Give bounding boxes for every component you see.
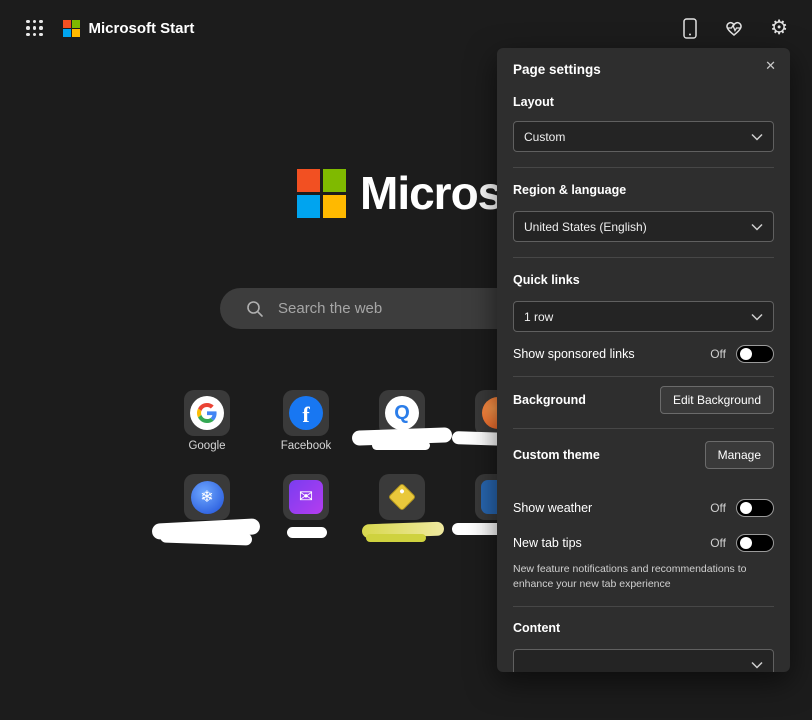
custom-theme-label: Custom theme [513, 448, 600, 462]
apps-grid-icon[interactable] [24, 18, 45, 39]
weather-state: Off [710, 501, 726, 515]
sponsored-links-row: Show sponsored links Off [513, 345, 774, 363]
background-label: Background [513, 393, 586, 407]
sponsored-links-label: Show sponsored links [513, 347, 635, 361]
weather-row: Show weather Off [513, 499, 774, 517]
layout-section-label: Layout [513, 95, 774, 111]
quick-links-section-label: Quick links [513, 273, 774, 289]
censor-scribble [287, 527, 327, 538]
content-dropdown[interactable] [513, 649, 774, 672]
layout-dropdown[interactable]: Custom [513, 121, 774, 152]
panel-title: Page settings [513, 62, 774, 79]
divider [513, 428, 774, 429]
background-row: Background Edit Background [513, 386, 774, 414]
tag-icon [388, 483, 416, 511]
new-tab-tips-row: New tab tips Off [513, 534, 774, 552]
brand-link[interactable]: Microsoft Start [63, 20, 195, 37]
quick-link-mail[interactable]: ✉ [283, 474, 329, 520]
close-icon[interactable]: ✕ [765, 58, 776, 74]
quick-link-facebook[interactable]: f [283, 390, 329, 436]
search-placeholder: Search the web [278, 300, 382, 317]
app-title: Microsoft Start [89, 20, 195, 37]
quick-links-dropdown-value: 1 row [524, 310, 553, 324]
manage-theme-button[interactable]: Manage [705, 441, 774, 469]
quick-link-hidden-2[interactable]: ❄ [184, 474, 230, 520]
quick-link-label: Google [159, 440, 255, 452]
censor-scribble [372, 441, 430, 450]
search-icon [246, 300, 264, 318]
custom-theme-row: Custom theme Manage [513, 441, 774, 469]
sponsored-links-state: Off [710, 347, 726, 361]
divider [513, 167, 774, 168]
weather-toggle[interactable] [736, 499, 774, 517]
divider [513, 257, 774, 258]
facebook-icon: f [289, 396, 323, 430]
region-section-label: Region & language [513, 183, 774, 199]
mail-icon: ✉ [289, 480, 323, 514]
divider [513, 606, 774, 607]
blue-app-icon: ❄ [191, 481, 224, 514]
region-dropdown-value: United States (English) [524, 220, 647, 234]
sponsored-links-toggle[interactable] [736, 345, 774, 363]
divider [513, 376, 774, 377]
censor-scribble [366, 534, 426, 542]
chevron-down-icon [751, 220, 763, 234]
browser-essentials-icon[interactable] [724, 19, 744, 37]
censor-scribble [160, 530, 252, 545]
quick-link-label: Facebook [258, 440, 354, 452]
new-tab-tips-label: New tab tips [513, 536, 582, 550]
quick-link-google[interactable] [184, 390, 230, 436]
chevron-down-icon [751, 310, 763, 324]
weather-label: Show weather [513, 501, 592, 515]
page-settings-panel: Page settings ✕ Layout Custom Region & l… [497, 48, 790, 672]
q-app-icon: Q [385, 396, 419, 430]
google-icon [190, 396, 224, 430]
region-dropdown[interactable]: United States (English) [513, 211, 774, 242]
edit-background-button[interactable]: Edit Background [660, 386, 774, 414]
microsoft-logo-large-icon [297, 169, 346, 218]
new-tab-tips-state: Off [710, 536, 726, 550]
mobile-icon[interactable] [682, 18, 698, 39]
layout-dropdown-value: Custom [524, 130, 565, 144]
quick-link-tag[interactable] [379, 474, 425, 520]
microsoft-logo-icon [63, 20, 80, 37]
content-section-label: Content [513, 621, 774, 637]
chevron-down-icon [751, 130, 763, 144]
new-tab-tips-toggle[interactable] [736, 534, 774, 552]
new-tab-tips-description: New feature notifications and recommenda… [513, 562, 774, 592]
settings-gear-icon[interactable]: ⚙ [770, 18, 788, 38]
quick-links-dropdown[interactable]: 1 row [513, 301, 774, 332]
chevron-down-icon [751, 658, 763, 672]
